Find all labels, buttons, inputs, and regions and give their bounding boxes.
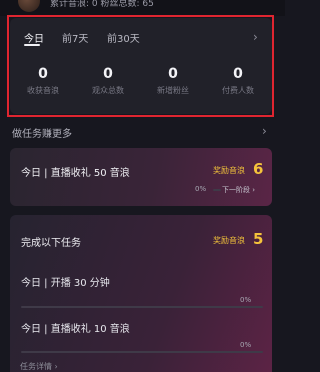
account-summary-text: 累计音浪: 0 粉丝总数: 65: [50, 0, 154, 9]
progress-percent: 0%: [240, 296, 252, 304]
chevron-right-icon[interactable]: ›: [262, 124, 267, 138]
reward-value: 5: [253, 230, 264, 248]
stat-new-followers: 0 新增粉丝: [148, 66, 198, 96]
task-title: 完成以下任务: [21, 238, 81, 249]
stat-value: 0: [233, 66, 243, 82]
progress-bar: [213, 189, 221, 191]
progress-percent: 0%: [240, 341, 252, 349]
reward-label: 奖励音浪: [213, 236, 245, 245]
reward-label: 奖励音浪: [213, 166, 245, 175]
tab-last-7-days[interactable]: 前7天: [62, 30, 88, 45]
active-tab-indicator: [24, 44, 40, 46]
stat-value: 0: [168, 66, 178, 82]
stat-label: 付费人数: [222, 86, 254, 95]
tab-today[interactable]: 今日: [24, 30, 44, 45]
task-title: 今日 | 直播收礼 50 音浪: [21, 168, 130, 179]
progress-percent: 0%: [195, 185, 207, 193]
section-title: 做任务赚更多: [12, 129, 72, 140]
stat-viewers: 0 观众总数: [83, 66, 133, 96]
progress-bar: [21, 351, 263, 353]
stat-paying-users: 0 付费人数: [213, 66, 263, 96]
avatar[interactable]: [18, 0, 40, 12]
next-stage-link[interactable]: 下一阶段 ›: [222, 185, 255, 195]
tab-last-30-days[interactable]: 前30天: [107, 30, 140, 45]
subtask-title: 今日 | 开播 30 分钟: [21, 278, 110, 289]
stat-label: 观众总数: [92, 86, 124, 95]
stat-label: 收获音浪: [27, 86, 59, 95]
reward-value: 6: [253, 160, 264, 178]
stat-value: 0: [38, 66, 48, 82]
task-details-link[interactable]: 任务详情 ›: [20, 361, 58, 372]
stat-income: 0 收获音浪: [18, 66, 68, 96]
top-status-bar: 累计音浪: 0 粉丝总数: 65: [0, 0, 285, 16]
stat-label: 新增粉丝: [157, 86, 189, 95]
stat-value: 0: [103, 66, 113, 82]
subtask-title: 今日 | 直播收礼 10 音浪: [21, 324, 130, 335]
chevron-right-icon[interactable]: ›: [253, 30, 258, 44]
progress-bar: [21, 306, 263, 308]
